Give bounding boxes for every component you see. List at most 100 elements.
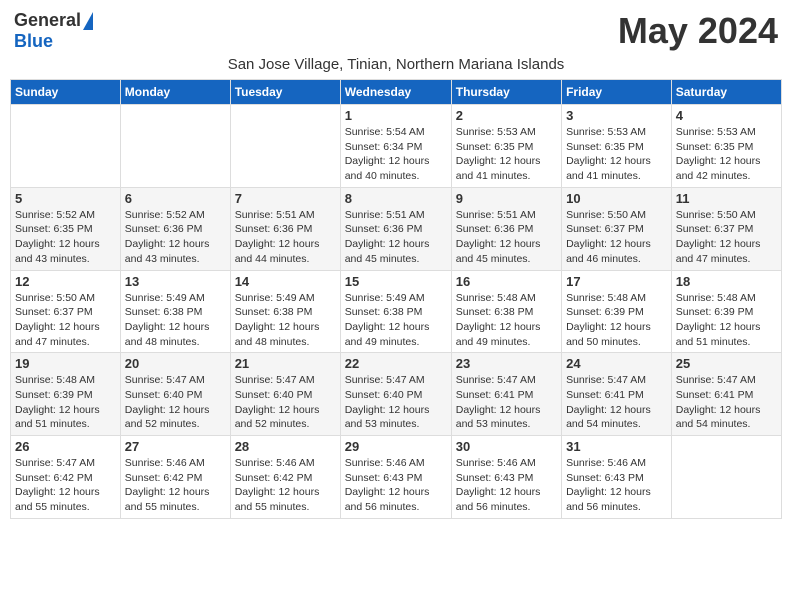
calendar-table: SundayMondayTuesdayWednesdayThursdayFrid… bbox=[10, 79, 782, 519]
day-info: Sunrise: 5:46 AM Sunset: 6:43 PM Dayligh… bbox=[566, 456, 667, 515]
calendar-cell: 17 Sunrise: 5:48 AM Sunset: 6:39 PM Dayli… bbox=[562, 270, 672, 353]
day-info: Sunrise: 5:48 AM Sunset: 6:39 PM Dayligh… bbox=[676, 291, 777, 350]
day-info: Sunrise: 5:47 AM Sunset: 6:40 PM Dayligh… bbox=[125, 373, 226, 432]
day-info: Sunrise: 5:50 AM Sunset: 6:37 PM Dayligh… bbox=[15, 291, 116, 350]
calendar-body: 1Sunrise: 5:54 AM Sunset: 6:34 PM Daylig… bbox=[11, 105, 782, 519]
day-info: Sunrise: 5:52 AM Sunset: 6:36 PM Dayligh… bbox=[125, 208, 226, 267]
calendar-header: SundayMondayTuesdayWednesdayThursdayFrid… bbox=[11, 80, 782, 105]
day-info: Sunrise: 5:51 AM Sunset: 6:36 PM Dayligh… bbox=[235, 208, 336, 267]
day-info: Sunrise: 5:48 AM Sunset: 6:39 PM Dayligh… bbox=[566, 291, 667, 350]
calendar-cell: 1Sunrise: 5:54 AM Sunset: 6:34 PM Daylig… bbox=[340, 105, 451, 188]
calendar-cell: 16 Sunrise: 5:48 AM Sunset: 6:38 PM Dayli… bbox=[451, 270, 561, 353]
day-number: 10 bbox=[566, 191, 667, 206]
day-info: Sunrise: 5:46 AM Sunset: 6:42 PM Dayligh… bbox=[235, 456, 336, 515]
day-of-week-header: Tuesday bbox=[230, 80, 340, 105]
day-info: Sunrise: 5:49 AM Sunset: 6:38 PM Dayligh… bbox=[235, 291, 336, 350]
logo-triangle-icon bbox=[83, 12, 93, 30]
calendar-cell bbox=[11, 105, 121, 188]
calendar-cell: 2Sunrise: 5:53 AM Sunset: 6:35 PM Daylig… bbox=[451, 105, 561, 188]
day-number: 30 bbox=[456, 439, 557, 454]
day-info: Sunrise: 5:46 AM Sunset: 6:43 PM Dayligh… bbox=[456, 456, 557, 515]
day-info: Sunrise: 5:46 AM Sunset: 6:43 PM Dayligh… bbox=[345, 456, 447, 515]
calendar-cell: 25 Sunrise: 5:47 AM Sunset: 6:41 PM Dayli… bbox=[671, 353, 781, 436]
day-number: 13 bbox=[125, 274, 226, 289]
day-info: Sunrise: 5:50 AM Sunset: 6:37 PM Dayligh… bbox=[566, 208, 667, 267]
day-info: Sunrise: 5:54 AM Sunset: 6:34 PM Dayligh… bbox=[345, 125, 447, 184]
main-title: May 2024 bbox=[618, 10, 778, 52]
calendar-cell: 18 Sunrise: 5:48 AM Sunset: 6:39 PM Dayli… bbox=[671, 270, 781, 353]
calendar-cell: 9 Sunrise: 5:51 AM Sunset: 6:36 PM Daylig… bbox=[451, 187, 561, 270]
day-info: Sunrise: 5:52 AM Sunset: 6:35 PM Dayligh… bbox=[15, 208, 116, 267]
day-info: Sunrise: 5:47 AM Sunset: 6:42 PM Dayligh… bbox=[15, 456, 116, 515]
day-info: Sunrise: 5:47 AM Sunset: 6:41 PM Dayligh… bbox=[676, 373, 777, 432]
subtitle: San Jose Village, Tinian, Northern Maria… bbox=[10, 56, 782, 73]
calendar-cell: 11 Sunrise: 5:50 AM Sunset: 6:37 PM Dayli… bbox=[671, 187, 781, 270]
title-section: May 2024 bbox=[618, 10, 778, 52]
calendar-cell: 31 Sunrise: 5:46 AM Sunset: 6:43 PM Dayli… bbox=[562, 436, 672, 519]
day-info: Sunrise: 5:47 AM Sunset: 6:40 PM Dayligh… bbox=[345, 373, 447, 432]
day-number: 12 bbox=[15, 274, 116, 289]
day-info: Sunrise: 5:48 AM Sunset: 6:39 PM Dayligh… bbox=[15, 373, 116, 432]
day-number: 4 bbox=[676, 108, 777, 123]
day-number: 11 bbox=[676, 191, 777, 206]
day-info: Sunrise: 5:53 AM Sunset: 6:35 PM Dayligh… bbox=[456, 125, 557, 184]
day-number: 9 bbox=[456, 191, 557, 206]
calendar-cell bbox=[230, 105, 340, 188]
day-of-week-header: Saturday bbox=[671, 80, 781, 105]
day-info: Sunrise: 5:48 AM Sunset: 6:38 PM Dayligh… bbox=[456, 291, 557, 350]
logo-blue-text: Blue bbox=[14, 31, 53, 52]
day-number: 28 bbox=[235, 439, 336, 454]
day-info: Sunrise: 5:50 AM Sunset: 6:37 PM Dayligh… bbox=[676, 208, 777, 267]
day-of-week-header: Wednesday bbox=[340, 80, 451, 105]
calendar-cell: 7 Sunrise: 5:51 AM Sunset: 6:36 PM Daylig… bbox=[230, 187, 340, 270]
day-info: Sunrise: 5:53 AM Sunset: 6:35 PM Dayligh… bbox=[676, 125, 777, 184]
day-number: 22 bbox=[345, 356, 447, 371]
calendar-week-row: 19 Sunrise: 5:48 AM Sunset: 6:39 PM Dayli… bbox=[11, 353, 782, 436]
calendar-week-row: 5Sunrise: 5:52 AM Sunset: 6:35 PM Daylig… bbox=[11, 187, 782, 270]
day-number: 7 bbox=[235, 191, 336, 206]
day-info: Sunrise: 5:49 AM Sunset: 6:38 PM Dayligh… bbox=[345, 291, 447, 350]
calendar-cell: 29Sunrise: 5:46 AM Sunset: 6:43 PM Dayli… bbox=[340, 436, 451, 519]
calendar-week-row: 1Sunrise: 5:54 AM Sunset: 6:34 PM Daylig… bbox=[11, 105, 782, 188]
day-number: 21 bbox=[235, 356, 336, 371]
calendar-cell: 26 Sunrise: 5:47 AM Sunset: 6:42 PM Dayli… bbox=[11, 436, 121, 519]
day-number: 31 bbox=[566, 439, 667, 454]
day-number: 25 bbox=[676, 356, 777, 371]
day-number: 24 bbox=[566, 356, 667, 371]
calendar-cell: 14Sunrise: 5:49 AM Sunset: 6:38 PM Dayli… bbox=[230, 270, 340, 353]
calendar-cell: 24 Sunrise: 5:47 AM Sunset: 6:41 PM Dayli… bbox=[562, 353, 672, 436]
day-info: Sunrise: 5:47 AM Sunset: 6:40 PM Dayligh… bbox=[235, 373, 336, 432]
day-of-week-header: Thursday bbox=[451, 80, 561, 105]
page-header: General Blue May 2024 bbox=[10, 10, 782, 52]
day-info: Sunrise: 5:53 AM Sunset: 6:35 PM Dayligh… bbox=[566, 125, 667, 184]
day-number: 27 bbox=[125, 439, 226, 454]
day-number: 26 bbox=[15, 439, 116, 454]
calendar-cell: 20 Sunrise: 5:47 AM Sunset: 6:40 PM Dayli… bbox=[120, 353, 230, 436]
day-number: 17 bbox=[566, 274, 667, 289]
day-info: Sunrise: 5:47 AM Sunset: 6:41 PM Dayligh… bbox=[566, 373, 667, 432]
day-info: Sunrise: 5:51 AM Sunset: 6:36 PM Dayligh… bbox=[456, 208, 557, 267]
calendar-cell bbox=[671, 436, 781, 519]
calendar-cell: 12 Sunrise: 5:50 AM Sunset: 6:37 PM Dayli… bbox=[11, 270, 121, 353]
calendar-cell: 3 Sunrise: 5:53 AM Sunset: 6:35 PM Daylig… bbox=[562, 105, 672, 188]
day-number: 3 bbox=[566, 108, 667, 123]
day-number: 20 bbox=[125, 356, 226, 371]
calendar-cell: 23Sunrise: 5:47 AM Sunset: 6:41 PM Dayli… bbox=[451, 353, 561, 436]
logo-general-text: General bbox=[14, 10, 81, 31]
day-number: 19 bbox=[15, 356, 116, 371]
calendar-cell: 15Sunrise: 5:49 AM Sunset: 6:38 PM Dayli… bbox=[340, 270, 451, 353]
calendar-cell: 8 Sunrise: 5:51 AM Sunset: 6:36 PM Daylig… bbox=[340, 187, 451, 270]
day-info: Sunrise: 5:47 AM Sunset: 6:41 PM Dayligh… bbox=[456, 373, 557, 432]
day-number: 8 bbox=[345, 191, 447, 206]
day-info: Sunrise: 5:51 AM Sunset: 6:36 PM Dayligh… bbox=[345, 208, 447, 267]
calendar-cell: 22 Sunrise: 5:47 AM Sunset: 6:40 PM Dayli… bbox=[340, 353, 451, 436]
calendar-cell: 4 Sunrise: 5:53 AM Sunset: 6:35 PM Daylig… bbox=[671, 105, 781, 188]
calendar-week-row: 12 Sunrise: 5:50 AM Sunset: 6:37 PM Dayli… bbox=[11, 270, 782, 353]
day-number: 6 bbox=[125, 191, 226, 206]
calendar-cell: 21 Sunrise: 5:47 AM Sunset: 6:40 PM Dayli… bbox=[230, 353, 340, 436]
calendar-week-row: 26 Sunrise: 5:47 AM Sunset: 6:42 PM Dayli… bbox=[11, 436, 782, 519]
day-info: Sunrise: 5:49 AM Sunset: 6:38 PM Dayligh… bbox=[125, 291, 226, 350]
logo: General Blue bbox=[14, 10, 93, 52]
day-number: 18 bbox=[676, 274, 777, 289]
day-number: 16 bbox=[456, 274, 557, 289]
